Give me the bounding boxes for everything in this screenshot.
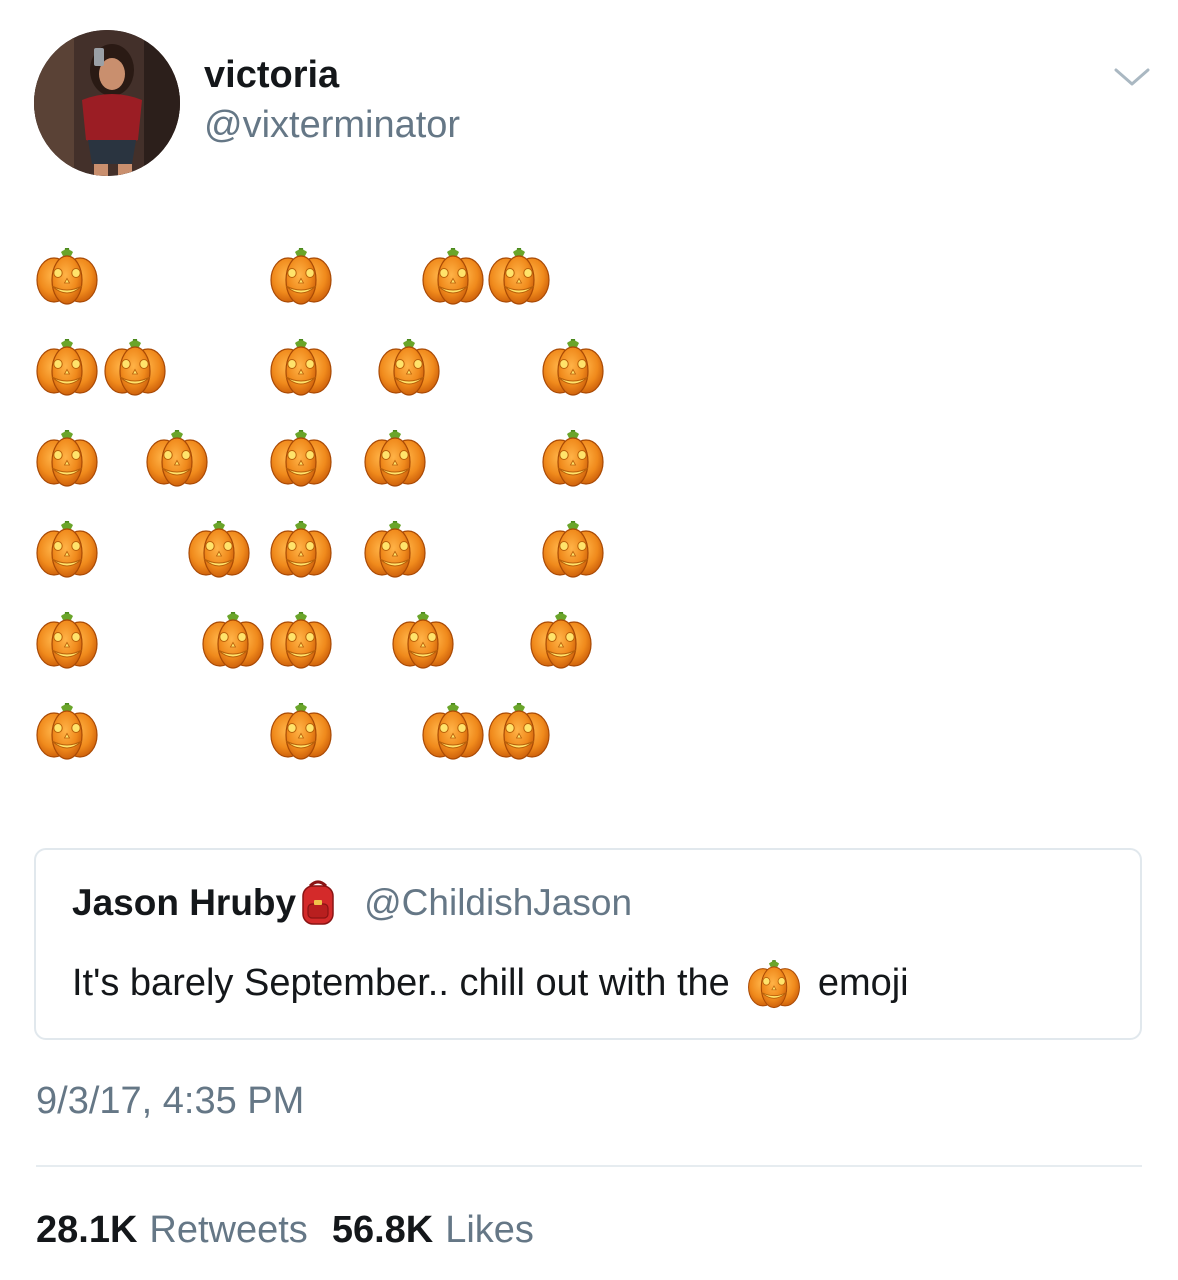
pumpkin-icon xyxy=(362,515,428,581)
tweet-stats: 28.1K Retweets 56.8K Likes xyxy=(36,1206,534,1254)
quoted-text-before: It's barely September.. chill out with t… xyxy=(72,961,730,1004)
pumpkin-icon xyxy=(268,333,334,399)
retweets-label: Retweets xyxy=(149,1208,308,1251)
pumpkin-icon xyxy=(376,333,442,399)
likes-stat[interactable]: 56.8K Likes xyxy=(332,1209,534,1252)
pumpkin-icon xyxy=(268,697,334,763)
quoted-handle: @ChildishJason xyxy=(364,882,633,923)
likes-count: 56.8K xyxy=(331,1208,434,1251)
pumpkin-icon xyxy=(34,424,100,490)
pumpkin-icon xyxy=(540,515,606,581)
pumpkin-icon xyxy=(528,606,594,672)
pumpkin-icon xyxy=(268,242,334,308)
pumpkin-icon xyxy=(186,515,252,581)
retweets-stat[interactable]: 28.1K Retweets xyxy=(36,1209,308,1252)
pumpkin-icon xyxy=(34,606,100,672)
pumpkin-icon xyxy=(362,424,428,490)
divider xyxy=(36,1165,1142,1167)
quoted-tweet-text: It's barely September.. chill out with t… xyxy=(72,958,909,1008)
pumpkin-icon xyxy=(420,242,486,308)
likes-label: Likes xyxy=(445,1208,534,1251)
pumpkin-icon xyxy=(486,697,552,763)
pumpkin-icon xyxy=(34,333,100,399)
pumpkin-icon xyxy=(34,697,100,763)
pumpkin-icon xyxy=(540,424,606,490)
pumpkin-icon xyxy=(746,955,802,1011)
pumpkin-icon xyxy=(486,242,552,308)
pumpkin-icon xyxy=(268,606,334,672)
author-handle[interactable]: @vixterminator xyxy=(204,102,460,148)
author-display-name[interactable]: victoria xyxy=(204,52,339,98)
pumpkin-icon xyxy=(540,333,606,399)
retweets-count: 28.1K xyxy=(36,1208,138,1251)
pumpkin-icon xyxy=(420,697,486,763)
quoted-text-after: emoji xyxy=(817,961,909,1004)
chevron-down-icon[interactable] xyxy=(1110,62,1154,92)
pumpkin-icon xyxy=(268,515,334,581)
pumpkin-icon xyxy=(144,424,210,490)
backpack-icon xyxy=(298,878,338,928)
quoted-display-name: Jason Hruby xyxy=(72,882,297,923)
pumpkin-icon xyxy=(268,424,334,490)
pumpkin-icon xyxy=(34,515,100,581)
pumpkin-icon xyxy=(390,606,456,672)
avatar[interactable] xyxy=(34,30,180,176)
quoted-tweet[interactable]: Jason Hruby @ChildishJason It's barely S… xyxy=(34,848,1142,1040)
tweet-timestamp[interactable]: 9/3/17, 4:35 PM xyxy=(36,1078,304,1124)
pumpkin-icon xyxy=(200,606,266,672)
pumpkin-icon xyxy=(102,333,168,399)
pumpkin-icon xyxy=(34,242,100,308)
